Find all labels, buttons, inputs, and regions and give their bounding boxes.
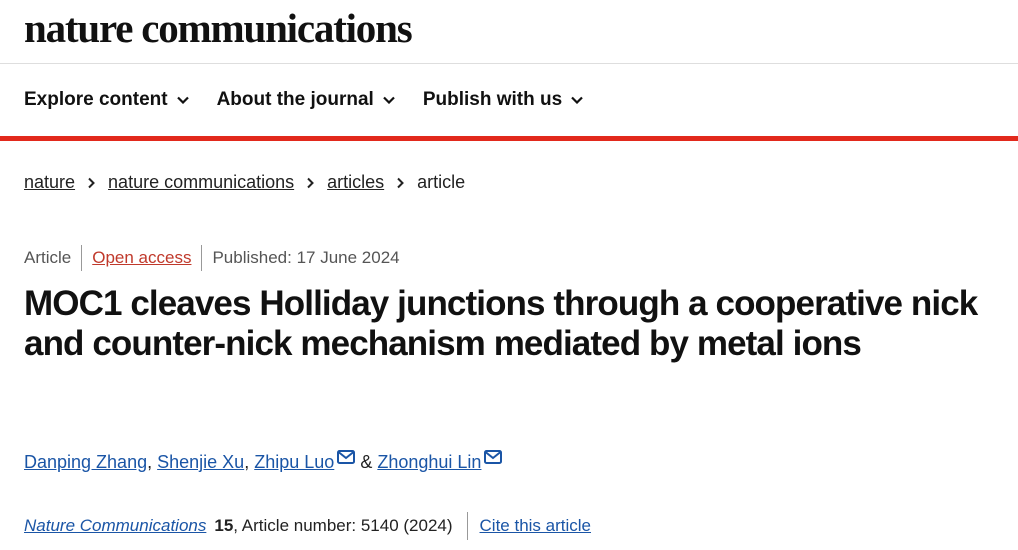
breadcrumb-current: article bbox=[417, 172, 466, 192]
volume-number: 15 bbox=[214, 516, 234, 535]
chevron-down-icon bbox=[383, 96, 395, 104]
nav-label: Publish with us bbox=[422, 89, 563, 110]
open-access-link[interactable]: Open access bbox=[92, 248, 191, 268]
author-link[interactable]: Shenjie Xu bbox=[157, 452, 244, 473]
author-link[interactable]: Zhonghui Lin bbox=[377, 452, 481, 473]
journal-name-link[interactable]: Nature Communications bbox=[24, 516, 206, 536]
published-date: Published: 17 June 2024 bbox=[212, 248, 400, 267]
citation-divider bbox=[466, 512, 468, 540]
nav-explore-content[interactable]: Explore content bbox=[24, 89, 189, 111]
accent-bar bbox=[0, 136, 1018, 141]
breadcrumb-link-nature-communications[interactable]: nature communications bbox=[108, 172, 294, 193]
chevron-right-icon bbox=[88, 177, 95, 188]
author-separator: , bbox=[147, 452, 153, 472]
envelope-icon[interactable] bbox=[484, 449, 503, 464]
author-separator: , bbox=[244, 452, 250, 472]
author-separator: & bbox=[360, 452, 373, 472]
breadcrumb-link-articles[interactable]: articles bbox=[327, 172, 384, 193]
chevron-down-icon bbox=[571, 96, 583, 104]
author-link[interactable]: Zhipu Luo bbox=[254, 452, 334, 473]
author-list: Danping Zhang, Shenjie Xu, Zhipu Luo & Z… bbox=[24, 449, 503, 473]
author-link[interactable]: Danping Zhang bbox=[24, 452, 147, 473]
main-nav: Explore content About the journal Publis… bbox=[24, 89, 611, 111]
citation-line: Nature Communications 15 , Article numbe… bbox=[24, 512, 591, 540]
chevron-right-icon bbox=[397, 177, 405, 188]
meta-divider bbox=[201, 245, 203, 271]
cite-this-article-link[interactable]: Cite this article bbox=[480, 516, 591, 536]
article-number: , Article number: 5140 (2024) bbox=[233, 516, 453, 535]
header-divider bbox=[0, 63, 1018, 64]
article-type: Article bbox=[24, 248, 72, 267]
nav-label: Explore content bbox=[24, 89, 168, 110]
article-meta: Article Open access Published: 17 June 2… bbox=[24, 245, 400, 271]
chevron-down-icon bbox=[176, 96, 189, 104]
nav-publish-with-us[interactable]: Publish with us bbox=[423, 89, 583, 111]
breadcrumb-link-nature[interactable]: nature bbox=[24, 172, 75, 193]
journal-logo[interactable]: nature communications bbox=[24, 4, 413, 52]
envelope-icon[interactable] bbox=[337, 449, 356, 464]
nav-about-journal[interactable]: About the journal bbox=[217, 89, 395, 111]
breadcrumb: nature nature communications articles ar… bbox=[24, 172, 465, 193]
meta-divider bbox=[81, 245, 83, 271]
chevron-right-icon bbox=[307, 177, 315, 188]
site-header: nature communications Explore content Ab… bbox=[0, 0, 1018, 141]
nav-label: About the journal bbox=[216, 89, 374, 110]
article-title: MOC1 cleaves Holliday junctions through … bbox=[24, 284, 978, 363]
